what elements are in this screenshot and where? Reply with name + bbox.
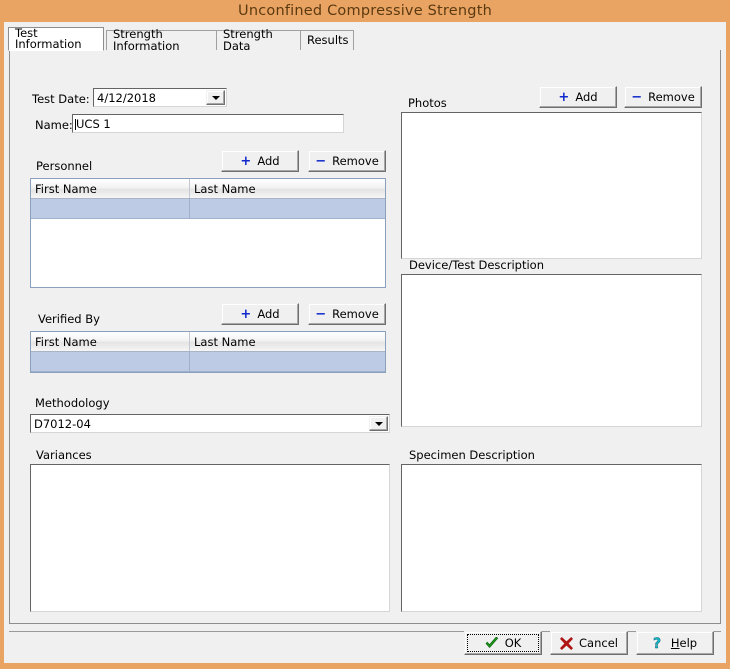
personnel-remove-label: Remove [332, 154, 379, 168]
cancel-label: Cancel [579, 636, 618, 650]
chevron-down-icon [212, 96, 220, 100]
test-date-dropdown-button[interactable] [206, 90, 225, 105]
test-date-label: Test Date: [32, 94, 90, 106]
help-button[interactable]: ? Help [636, 631, 714, 655]
methodology-select[interactable]: D7012-04 [30, 414, 390, 433]
window-title: Unconfined Compressive Strength [238, 3, 492, 19]
photos-remove-label: Remove [648, 90, 695, 104]
name-input[interactable]: UCS 1 [72, 114, 344, 133]
verified-by-label: Verified By [38, 314, 100, 326]
personnel-add-button[interactable]: + Add [221, 150, 299, 172]
tab-strength-information[interactable]: Strength Information [106, 30, 218, 50]
plus-icon: + [558, 91, 569, 104]
check-mark-icon [485, 637, 499, 650]
verified-by-grid[interactable]: First Name Last Name [30, 331, 386, 373]
chevron-down-icon [375, 422, 383, 426]
personnel-label: Personnel [36, 161, 92, 173]
variances-textarea[interactable] [30, 464, 390, 612]
methodology-value: D7012-04 [34, 417, 91, 431]
cancel-button[interactable]: Cancel [550, 631, 628, 655]
personnel-add-label: Add [257, 154, 279, 168]
personnel-col-last-name[interactable]: Last Name [190, 179, 385, 198]
verified-by-cell-first-name[interactable] [31, 352, 190, 371]
device-test-description-textarea[interactable] [401, 274, 702, 427]
plus-icon: + [240, 308, 251, 321]
question-mark-icon: ? [653, 636, 665, 650]
test-date-value: 4/12/2018 [97, 91, 156, 105]
application-window: Unconfined Compressive Strength Test Inf… [0, 0, 730, 669]
ok-button[interactable]: OK [464, 631, 542, 655]
verified-by-add-label: Add [257, 307, 279, 321]
tab-label: Test Information [15, 28, 97, 51]
tab-results[interactable]: Results [300, 30, 354, 50]
tab-label: Strength Data [223, 29, 295, 52]
x-mark-icon [560, 637, 573, 650]
photos-list[interactable] [401, 112, 702, 259]
photos-add-label: Add [575, 90, 597, 104]
name-label: Name: [35, 120, 73, 132]
photos-remove-button[interactable]: − Remove [624, 86, 702, 108]
table-row[interactable] [31, 352, 385, 372]
verified-by-grid-header: First Name Last Name [31, 332, 385, 352]
personnel-grid-header: First Name Last Name [31, 179, 385, 199]
verified-by-remove-label: Remove [332, 307, 379, 321]
personnel-cell-first-name[interactable] [31, 199, 190, 218]
verified-by-remove-button[interactable]: − Remove [308, 303, 386, 325]
variances-label: Variances [36, 450, 92, 462]
window-client-area: Test Information Strength Information St… [4, 22, 726, 663]
personnel-cell-last-name[interactable] [190, 199, 385, 218]
minus-icon: − [315, 308, 326, 321]
tab-label: Strength Information [113, 29, 211, 52]
minus-icon: − [631, 91, 642, 104]
methodology-label: Methodology [35, 398, 110, 410]
help-label-accel: H [671, 636, 680, 650]
tab-strength-data[interactable]: Strength Data [216, 30, 302, 50]
personnel-grid[interactable]: First Name Last Name [30, 178, 386, 288]
verified-by-add-button[interactable]: + Add [221, 303, 299, 325]
svg-text:?: ? [653, 636, 661, 650]
table-row[interactable] [31, 199, 385, 219]
ok-label: OK [505, 636, 522, 650]
tab-label: Results [307, 35, 349, 47]
help-label: Help [671, 636, 697, 650]
photos-label: Photos [408, 98, 447, 110]
specimen-description-label: Specimen Description [409, 450, 535, 462]
tab-page-test-information: Test Date: 4/12/2018 Name: UCS 1 Personn… [9, 50, 721, 624]
methodology-dropdown-button[interactable] [369, 416, 388, 431]
plus-icon: + [240, 155, 251, 168]
specimen-description-textarea[interactable] [401, 464, 702, 612]
name-value: UCS 1 [76, 117, 111, 131]
minus-icon: − [315, 155, 326, 168]
verified-by-col-last-name[interactable]: Last Name [190, 332, 385, 351]
tab-test-information[interactable]: Test Information [8, 27, 104, 51]
help-label-rest: elp [680, 636, 698, 650]
personnel-col-first-name[interactable]: First Name [31, 179, 190, 198]
device-test-description-label: Device/Test Description [409, 260, 544, 272]
photos-add-button[interactable]: + Add [539, 86, 617, 108]
tab-strip: Test Information Strength Information St… [8, 26, 722, 50]
verified-by-cell-last-name[interactable] [190, 352, 385, 371]
personnel-remove-button[interactable]: − Remove [308, 150, 386, 172]
window-title-bar: Unconfined Compressive Strength [0, 0, 730, 22]
test-date-picker[interactable]: 4/12/2018 [93, 88, 227, 107]
verified-by-col-first-name[interactable]: First Name [31, 332, 190, 351]
